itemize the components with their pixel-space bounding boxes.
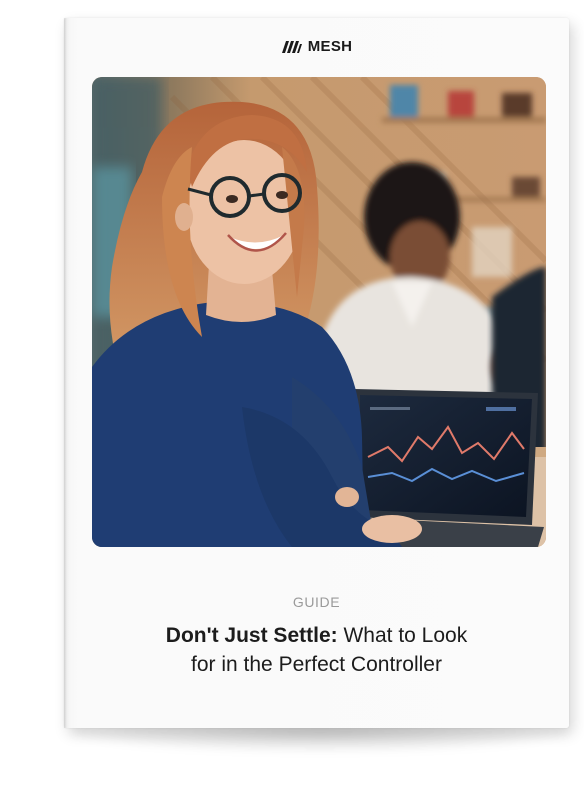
brand-name: MESH — [307, 38, 353, 55]
title-regular-part: What to Look — [343, 624, 468, 647]
title-line-1: Don't Just Settle: What to Look — [64, 621, 569, 650]
title-line-2: for in the Perfect Controller — [191, 653, 442, 676]
guide-cover: MESH GUIDE Don't Just Settle: What to Lo… — [64, 18, 569, 728]
document-stage: MESH GUIDE Don't Just Settle: What to Lo… — [0, 0, 584, 804]
office-photo-illustration — [92, 77, 546, 547]
document-type-label: GUIDE — [292, 594, 341, 610]
cover-photo — [92, 77, 546, 547]
brand-logo: MESH — [64, 38, 569, 55]
title-bold-part: Don't Just Settle: — [165, 624, 338, 647]
guide-title: Don't Just Settle: What to Look for in t… — [64, 621, 569, 679]
mesh-logo-icon — [281, 40, 302, 53]
